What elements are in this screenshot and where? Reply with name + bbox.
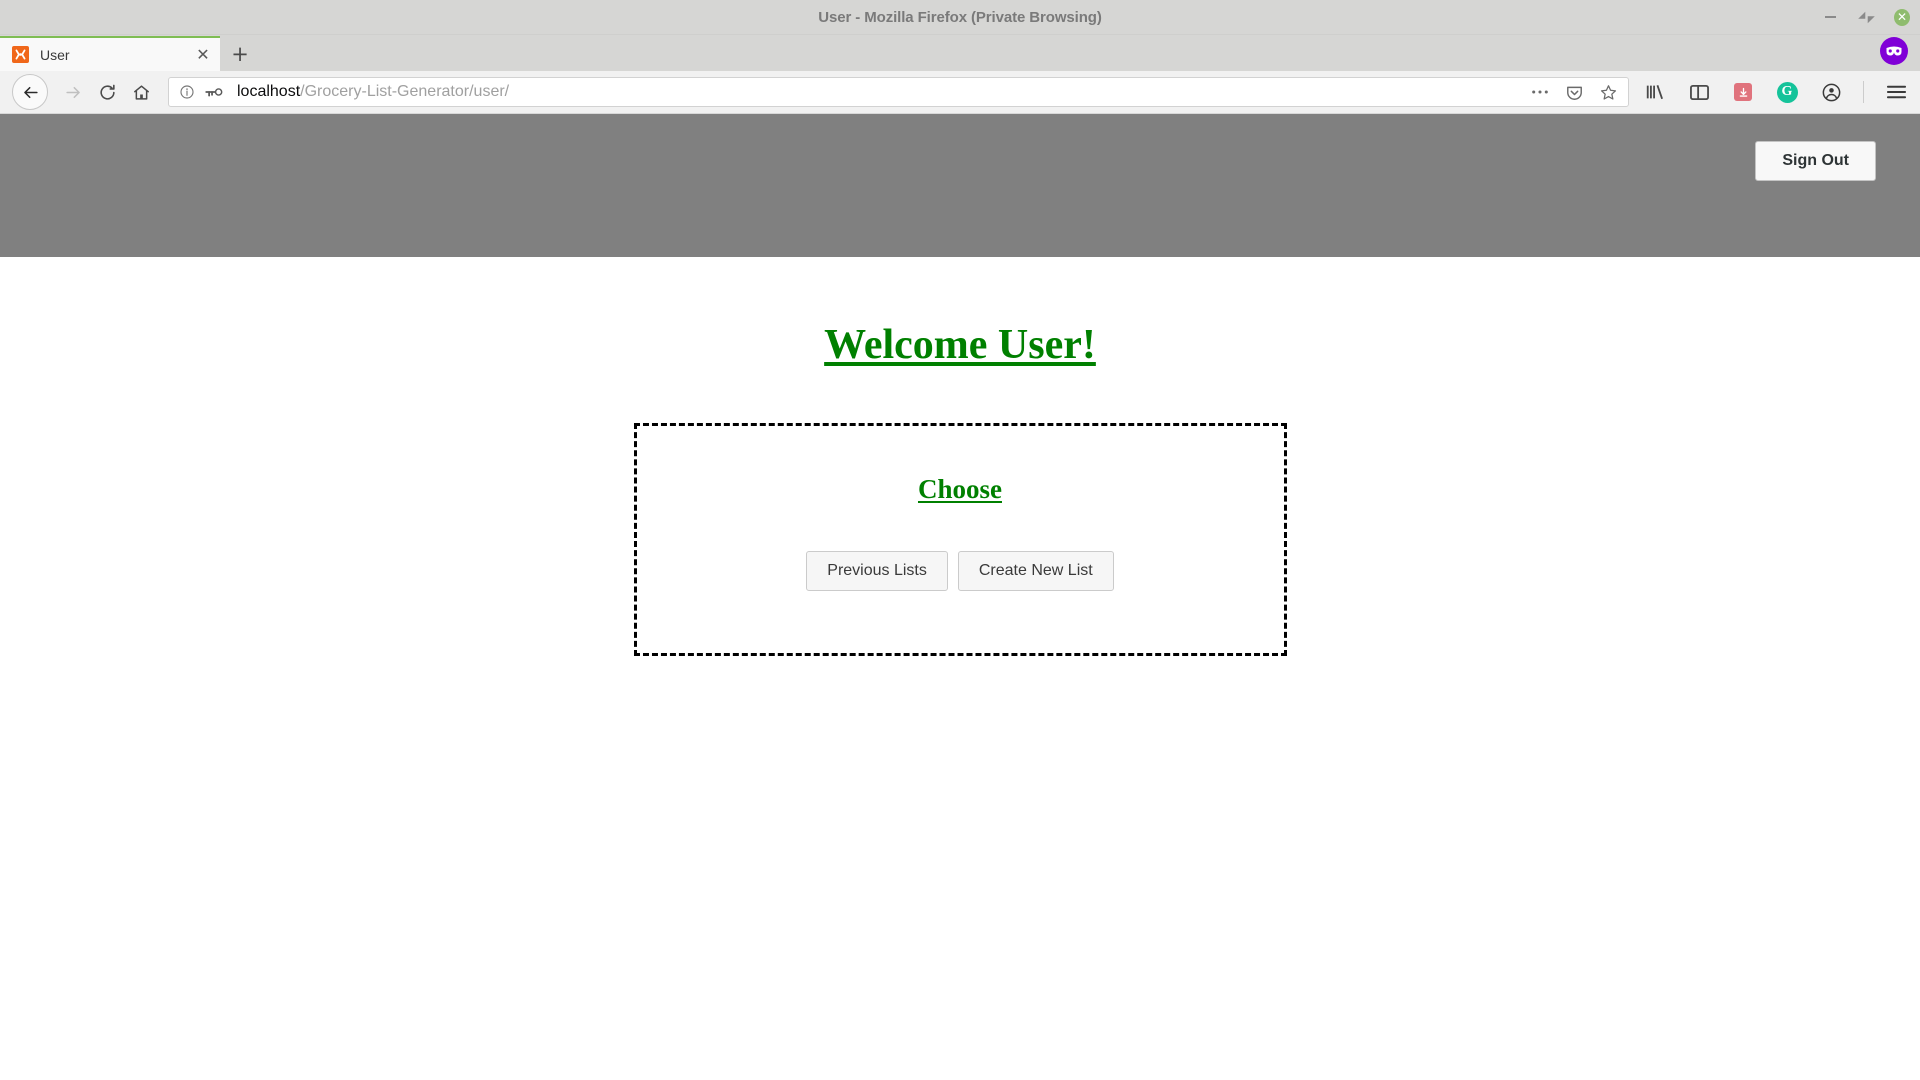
private-browsing-mask-icon[interactable]: [1880, 37, 1908, 65]
sign-out-button[interactable]: Sign Out: [1755, 141, 1876, 181]
toolbar-icons: G: [1643, 80, 1912, 104]
choose-actions: Previous Lists Create New List: [637, 551, 1284, 591]
choose-box: Choose Previous Lists Create New List: [634, 423, 1287, 656]
page-actions-button[interactable]: [1530, 82, 1550, 102]
key-icon: [204, 85, 223, 99]
home-icon: [132, 83, 151, 102]
url-path: /Grocery-List-Generator/user/: [300, 83, 509, 100]
title-bar: User - Mozilla Firefox (Private Browsing…: [0, 0, 1920, 35]
pocket-icon: [1565, 83, 1584, 102]
new-tab-button[interactable]: +: [220, 36, 260, 71]
account-icon[interactable]: [1819, 80, 1843, 104]
forward-button: [56, 75, 90, 109]
choose-heading: Choose: [637, 474, 1284, 505]
url-bar-actions: [1530, 82, 1618, 102]
reload-button[interactable]: [90, 75, 124, 109]
downloads-icon[interactable]: [1731, 80, 1755, 104]
library-icon[interactable]: [1643, 80, 1667, 104]
menu-icon[interactable]: [1884, 80, 1908, 104]
tab-user[interactable]: User ✕: [0, 36, 220, 71]
page-info-icon: [179, 84, 195, 100]
site-header: Sign Out: [0, 114, 1920, 257]
toolbar-separator: [1863, 81, 1864, 103]
close-icon: ✕: [1894, 9, 1910, 26]
page-viewport: Sign Out Welcome User! Choose Previous L…: [0, 114, 1920, 1080]
close-button[interactable]: ✕: [1894, 9, 1910, 25]
ellipsis-icon: [1531, 89, 1549, 95]
minimize-icon: [1825, 16, 1836, 18]
maximize-icon: [1861, 12, 1872, 23]
create-new-list-button[interactable]: Create New List: [958, 551, 1114, 591]
grammarly-letter: G: [1777, 82, 1798, 103]
star-icon: [1599, 83, 1618, 102]
tab-strip: User ✕ +: [0, 35, 1920, 71]
welcome-heading: Welcome User!: [0, 257, 1920, 369]
minimize-button[interactable]: [1822, 9, 1838, 25]
back-button[interactable]: [12, 74, 48, 110]
previous-lists-button[interactable]: Previous Lists: [806, 551, 948, 591]
window-title: User - Mozilla Firefox (Private Browsing…: [0, 9, 1920, 26]
url-host: localhost: [237, 83, 300, 100]
navigation-toolbar: localhost/Grocery-List-Generator/user/: [0, 71, 1920, 114]
url-bar[interactable]: localhost/Grocery-List-Generator/user/: [168, 77, 1629, 107]
browser-window: User - Mozilla Firefox (Private Browsing…: [0, 0, 1920, 1080]
sidebar-icon[interactable]: [1687, 80, 1711, 104]
maximize-button[interactable]: [1858, 9, 1874, 25]
window-controls: ✕: [1822, 0, 1910, 34]
back-arrow-icon: [21, 83, 40, 102]
pocket-button[interactable]: [1564, 82, 1584, 102]
url-identity-box[interactable]: [179, 84, 223, 100]
home-button[interactable]: [124, 75, 158, 109]
bookmark-button[interactable]: [1598, 82, 1618, 102]
reload-icon: [98, 83, 117, 102]
forward-arrow-icon: [64, 83, 83, 102]
url-text: localhost/Grocery-List-Generator/user/: [237, 83, 1520, 101]
xampp-favicon-icon: [12, 46, 29, 63]
tab-close-icon[interactable]: ✕: [194, 46, 212, 64]
grammarly-icon[interactable]: G: [1775, 80, 1799, 104]
tab-title: User: [40, 47, 194, 63]
